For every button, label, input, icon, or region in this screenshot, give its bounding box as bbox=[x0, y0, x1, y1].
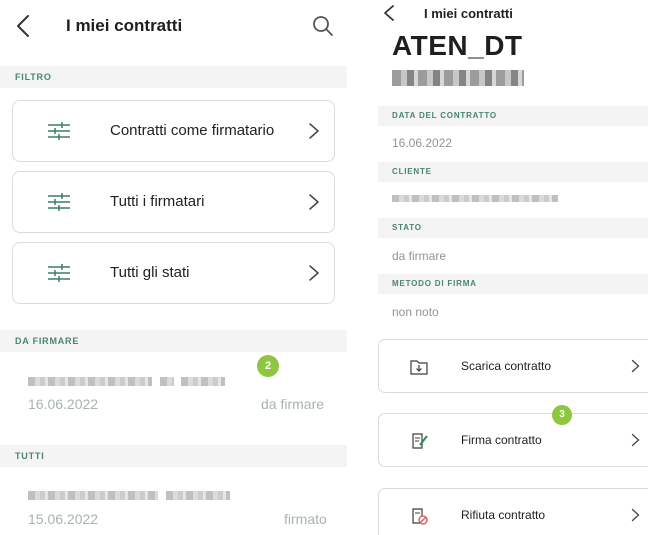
action-label: Firma contratto bbox=[461, 433, 542, 447]
filter-sliders-icon bbox=[48, 264, 70, 282]
back-arrow-icon[interactable] bbox=[14, 14, 34, 38]
page-title: I miei contratti bbox=[66, 16, 183, 35]
filter-label: Contratti come firmatario bbox=[110, 122, 275, 139]
filter-sliders-icon bbox=[48, 122, 70, 140]
filter-all-states-button[interactable]: Tutti gli stati bbox=[12, 242, 335, 304]
chevron-right-icon bbox=[309, 265, 320, 281]
sign-contract-button[interactable]: Firma contratto bbox=[378, 413, 648, 467]
action-label: Rifiuta contratto bbox=[461, 508, 546, 522]
contract-date-value: 16.06.2022 bbox=[392, 136, 453, 150]
all-section-header: TUTTI bbox=[0, 445, 347, 467]
redacted-contract-id bbox=[392, 70, 524, 86]
chevron-right-icon bbox=[309, 123, 320, 139]
method-section-header: METODO DI FIRMA bbox=[378, 274, 648, 294]
search-icon[interactable] bbox=[312, 15, 334, 37]
contracts-list-screen: I miei contratti FILTRO Contratti come f… bbox=[0, 0, 347, 535]
download-contract-button[interactable]: Scarica contratto bbox=[378, 339, 648, 393]
redacted-contract-title bbox=[28, 377, 152, 386]
reject-contract-button[interactable]: Rifiuta contratto bbox=[378, 488, 648, 535]
step-badge: 3 bbox=[552, 405, 572, 425]
redacted-contract-title bbox=[181, 377, 225, 386]
back-arrow-icon[interactable] bbox=[382, 4, 396, 22]
state-section-header: STATO bbox=[378, 218, 648, 238]
contract-status: firmato bbox=[284, 511, 327, 527]
redacted-contract-title bbox=[28, 491, 158, 500]
state-value: da firmare bbox=[392, 249, 447, 263]
chevron-right-icon bbox=[309, 194, 320, 210]
filter-label: Tutti i firmatari bbox=[110, 193, 205, 210]
contract-status: da firmare bbox=[261, 396, 325, 412]
filter-signer-button[interactable]: Contratti come firmatario bbox=[12, 100, 335, 162]
action-label: Scarica contratto bbox=[461, 359, 552, 373]
chevron-right-icon bbox=[631, 433, 640, 447]
redacted-contract-title bbox=[160, 377, 174, 386]
download-folder-icon bbox=[410, 360, 428, 375]
contract-date: 15.06.2022 bbox=[28, 511, 99, 527]
reject-document-icon bbox=[412, 508, 428, 525]
filter-label: Tutti gli stati bbox=[110, 264, 190, 281]
filter-all-signers-button[interactable]: Tutti i firmatari bbox=[12, 171, 335, 233]
client-section-header: CLIENTE bbox=[378, 162, 648, 182]
contract-name: ATEN_DT bbox=[392, 30, 523, 61]
chevron-right-icon bbox=[631, 508, 640, 522]
filter-section-header: FILTRO bbox=[0, 66, 347, 88]
step-badge: 2 bbox=[257, 355, 279, 377]
contract-date: 16.06.2022 bbox=[28, 396, 99, 412]
page-title: I miei contratti bbox=[424, 6, 513, 21]
to-sign-section-header: DA FIRMARE bbox=[0, 330, 347, 352]
redacted-contract-title bbox=[166, 491, 230, 500]
contract-date-section-header: DATA DEL CONTRATTO bbox=[378, 106, 648, 126]
contract-detail-screen: I miei contratti ATEN_DT DATA DEL CONTRA… bbox=[362, 0, 648, 535]
chevron-right-icon bbox=[631, 359, 640, 373]
top-bar: I miei contratti bbox=[0, 0, 347, 50]
sign-document-icon bbox=[412, 433, 428, 449]
method-value: non noto bbox=[392, 305, 439, 319]
filter-sliders-icon bbox=[48, 193, 70, 211]
redacted-client bbox=[392, 195, 558, 202]
